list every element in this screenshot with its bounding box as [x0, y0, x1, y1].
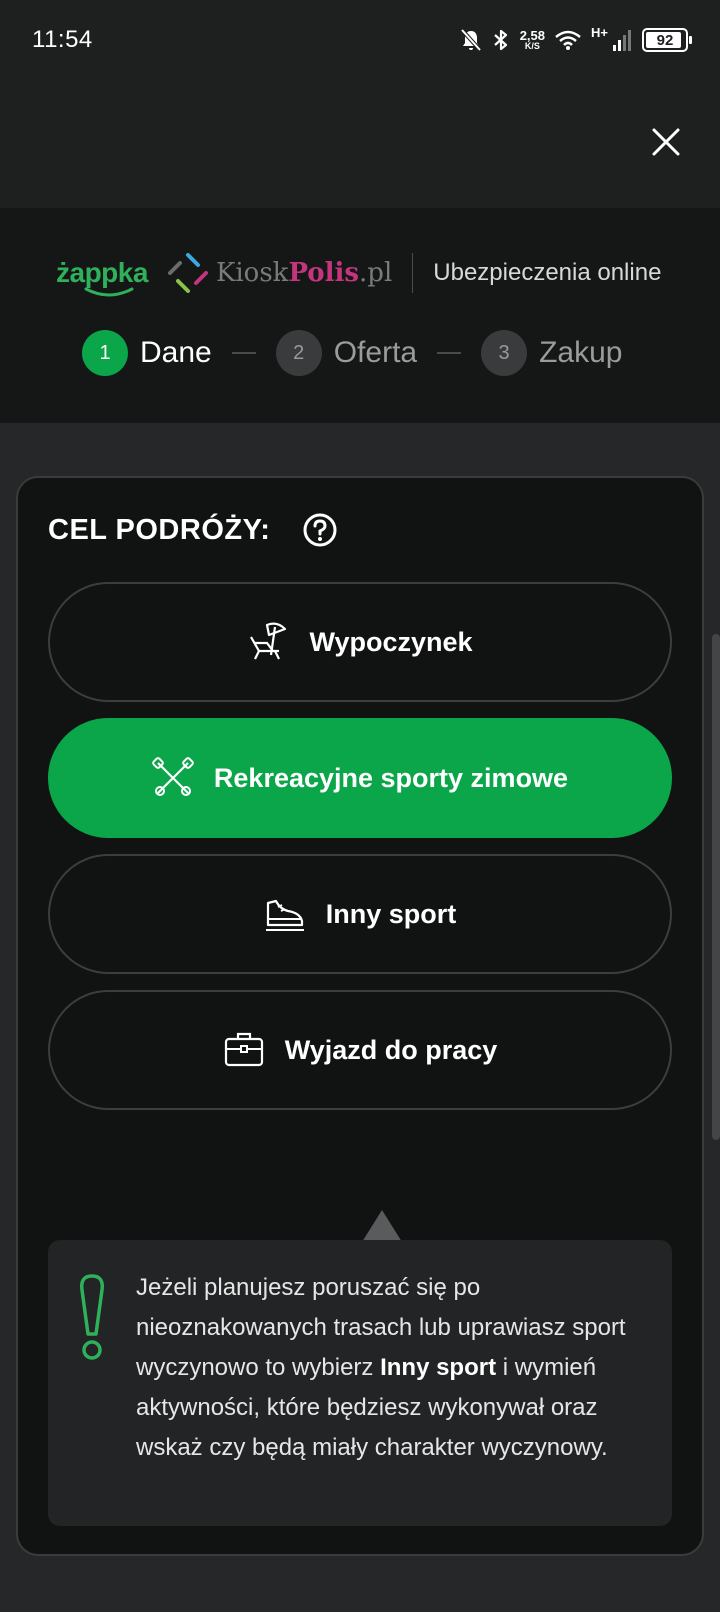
battery-level: 92 [656, 31, 674, 49]
header: żappka KioskPolis.pl Ubezpieczenia onlin… [0, 208, 720, 423]
logo-divider [412, 253, 414, 293]
option-label: Rekreacyjne sporty zimowe [213, 762, 569, 793]
step-divider [437, 352, 462, 354]
tip-text: Jeżeli planujesz poruszać się po nieozna… [136, 1268, 636, 1468]
step-divider [231, 352, 256, 354]
step-oferta: 2 Oferta [275, 330, 418, 376]
option-inny-sport[interactable]: Inny sport [48, 854, 672, 974]
kiosk-text: Kiosk [215, 258, 289, 288]
step-dane: 1 Dane [82, 330, 212, 376]
status-bar: 11:54 2,58 K/S H+ 92 [0, 0, 720, 80]
tagline: Ubezpieczenia online [433, 259, 662, 286]
step-number: 1 [82, 330, 128, 376]
card-title-row: CEL PODRÓŻY: [48, 512, 338, 548]
beach-chair-icon [250, 622, 287, 660]
option-label: Wyjazd do pracy [284, 1034, 498, 1065]
network-type: H+ [591, 24, 608, 40]
zabka-logo: żappka [56, 257, 148, 297]
step-label: Zakup [539, 336, 623, 369]
tip-text-bold: Inny sport [380, 1354, 497, 1381]
tip-arrow [362, 1210, 402, 1242]
option-label: Wypoczynek [309, 626, 473, 657]
battery-icon: 92 [642, 28, 692, 52]
logos: żappka KioskPolis.pl Ubezpieczenia onlin… [56, 248, 661, 298]
status-time: 11:54 [32, 26, 93, 53]
help-icon[interactable] [302, 512, 338, 548]
step-label: Dane [140, 336, 212, 369]
polis-text: Polis [288, 258, 360, 288]
travel-purpose-card: CEL PODRÓŻY: Wypoczynek Rekreacyjne spor… [16, 476, 704, 1556]
zabka-logo-text: żappka [56, 257, 148, 288]
scrollbar[interactable] [712, 634, 720, 1140]
card-title: CEL PODRÓŻY: [48, 513, 271, 546]
option-wyjazd-do-pracy[interactable]: Wyjazd do pracy [48, 990, 672, 1110]
option-rekreacyjne-sporty-zimowe[interactable]: Rekreacyjne sporty zimowe [48, 718, 672, 838]
status-icons: 2,58 K/S H+ 92 [460, 24, 692, 52]
signal-icon [613, 30, 631, 51]
step-number: 3 [481, 330, 528, 376]
zabka-smile-icon [84, 287, 134, 297]
kioskpolis-logo: KioskPolis.pl [216, 258, 392, 288]
bluetooth-icon [493, 29, 507, 51]
option-label: Inny sport [325, 898, 457, 929]
step-label: Oferta [333, 336, 418, 369]
net-speed-unit: K/S [524, 41, 540, 51]
sneaker-icon [265, 899, 304, 931]
briefcase-icon [224, 1032, 263, 1067]
kioskpolis-logo-icon [167, 253, 208, 293]
tip-box: Jeżeli planujesz poruszać się po nieozna… [48, 1240, 672, 1526]
step-number: 2 [275, 330, 322, 376]
wifi-icon [555, 30, 581, 50]
ski-poles-icon [152, 757, 194, 796]
bell-off-icon [460, 28, 482, 52]
net-speed: 2,58 K/S [520, 29, 545, 51]
step-zakup: 3 Zakup [481, 330, 622, 376]
option-wypoczynek[interactable]: Wypoczynek [48, 582, 672, 702]
top-bar [0, 80, 720, 208]
pl-text: .pl [359, 258, 393, 288]
close-icon[interactable] [650, 126, 682, 158]
exclamation-icon [79, 1274, 105, 1360]
stepper: 1 Dane 2 Oferta 3 Zakup [82, 328, 622, 378]
